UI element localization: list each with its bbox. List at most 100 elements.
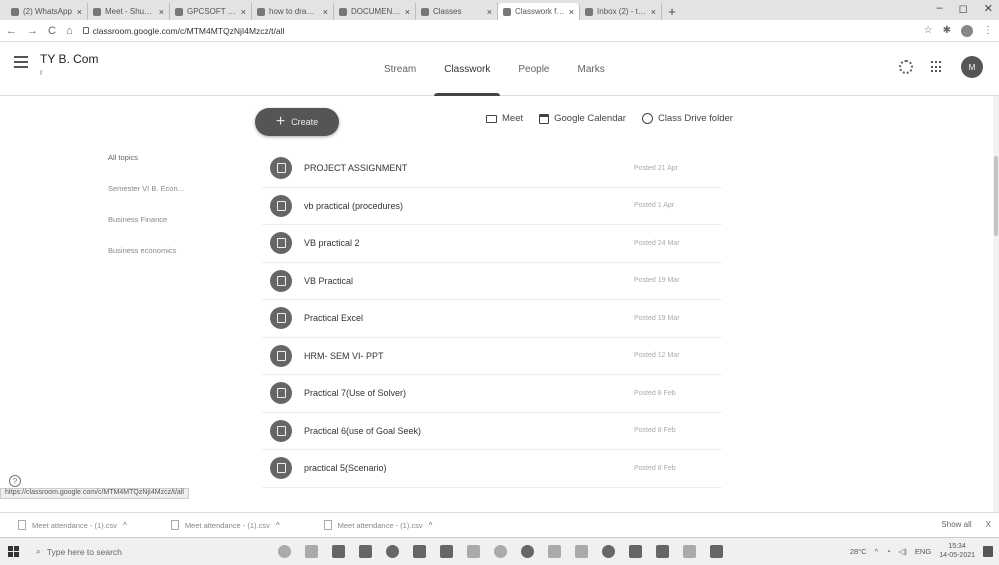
calendar-icon bbox=[539, 113, 550, 124]
volume-icon[interactable]: ◁) bbox=[899, 547, 907, 556]
list-item[interactable]: VB practical 2 Posted 24 Mar bbox=[262, 225, 722, 263]
download-item[interactable]: Meet attendance - (1).csv ^ bbox=[323, 520, 433, 530]
list-item[interactable]: Practical 7(Use of Solver) Posted 8 Feb bbox=[262, 375, 722, 413]
settings-app-icon[interactable] bbox=[413, 545, 426, 558]
tab-close-icon[interactable]: × bbox=[651, 7, 656, 17]
search-icon: ⌕ bbox=[36, 546, 41, 556]
class-drive-folder-link[interactable]: Class Drive folder bbox=[641, 113, 733, 124]
google-apps-icon[interactable] bbox=[931, 61, 943, 73]
reload-icon[interactable]: C bbox=[48, 25, 56, 37]
photos-icon[interactable] bbox=[467, 545, 480, 558]
new-tab-button[interactable]: + bbox=[662, 3, 682, 20]
tab-close-icon[interactable]: × bbox=[405, 7, 410, 17]
meet-link[interactable]: Meet bbox=[486, 113, 523, 124]
extensions-icon[interactable]: ✱ bbox=[943, 25, 951, 36]
drive-label: Class Drive folder bbox=[657, 113, 733, 124]
sound-app-icon[interactable] bbox=[683, 545, 696, 558]
browser-tab[interactable]: GPCSOFT Softwar...× bbox=[170, 3, 252, 20]
language-indicator[interactable]: ENG bbox=[915, 547, 931, 556]
paint-icon[interactable] bbox=[494, 545, 507, 558]
browser-tab[interactable]: Inbox (2) - thakk...× bbox=[580, 3, 662, 20]
whatsapp-icon[interactable] bbox=[656, 545, 669, 558]
tab-close-icon[interactable]: × bbox=[569, 7, 574, 17]
main-menu-icon[interactable] bbox=[14, 56, 28, 68]
store-icon[interactable] bbox=[359, 545, 372, 558]
browser-menu-icon[interactable]: ⋮ bbox=[983, 25, 993, 36]
create-label: Create bbox=[291, 117, 319, 127]
assignment-date: Posted 8 Feb bbox=[634, 464, 676, 472]
windows-app-icon[interactable] bbox=[710, 545, 723, 558]
help-icon[interactable]: ? bbox=[9, 475, 21, 487]
drive-icon bbox=[641, 113, 653, 124]
tab-close-icon[interactable]: × bbox=[241, 7, 246, 17]
topic-item[interactable]: Business economics bbox=[108, 246, 184, 277]
star-icon[interactable]: ☆ bbox=[924, 25, 933, 36]
chrome-icon[interactable] bbox=[386, 545, 399, 558]
url-field[interactable]: classroom.google.com/c/MTM4MTQzNjI4Mzcz/… bbox=[82, 23, 914, 39]
home-icon[interactable]: ⌂ bbox=[66, 25, 73, 37]
file-explorer-icon[interactable] bbox=[548, 545, 561, 558]
edge-icon[interactable] bbox=[332, 545, 345, 558]
tray-chevron-icon[interactable]: ^ bbox=[875, 547, 879, 556]
google-calendar-link[interactable]: Google Calendar bbox=[539, 113, 626, 124]
tab-stream[interactable]: Stream bbox=[370, 42, 430, 96]
tab-people[interactable]: People bbox=[504, 42, 563, 96]
close-downloads-button[interactable]: X bbox=[986, 520, 991, 529]
gear-icon[interactable] bbox=[899, 60, 913, 74]
tab-classwork[interactable]: Classwork bbox=[430, 42, 504, 96]
list-item[interactable]: HRM- SEM VI- PPT Posted 12 Mar bbox=[262, 338, 722, 375]
topic-item[interactable]: Business Finance bbox=[108, 215, 184, 246]
minimize-button[interactable]: – bbox=[937, 2, 943, 15]
list-item[interactable]: practical 5(Scenario) Posted 8 Feb bbox=[262, 450, 722, 488]
chevron-up-icon[interactable]: ^ bbox=[276, 521, 280, 530]
tab-marks[interactable]: Marks bbox=[564, 42, 619, 96]
task-view-icon[interactable] bbox=[305, 545, 318, 558]
calculator-icon[interactable] bbox=[575, 545, 588, 558]
browser-tab[interactable]: how to draw fro...× bbox=[252, 3, 334, 20]
cortana-icon[interactable] bbox=[278, 545, 291, 558]
windows-start-icon[interactable] bbox=[0, 538, 26, 565]
download-item[interactable]: Meet attendance - (1).csv ^ bbox=[170, 520, 280, 530]
tab-close-icon[interactable]: × bbox=[323, 7, 328, 17]
camera-app-icon[interactable] bbox=[602, 545, 615, 558]
browser-tab[interactable]: Meet - Shubha ...× bbox=[88, 3, 170, 20]
download-item[interactable]: Meet attendance - (1).csv ^ bbox=[18, 520, 127, 530]
media-icon[interactable] bbox=[629, 545, 642, 558]
create-button[interactable]: + Create bbox=[255, 108, 339, 136]
browser-tab[interactable]: DOCUMENTS.rcl× bbox=[334, 3, 416, 20]
notifications-icon[interactable] bbox=[983, 545, 993, 557]
list-item[interactable]: vb practical (procedures) Posted 1 Apr bbox=[262, 188, 722, 225]
weather-text[interactable]: 28°C bbox=[850, 547, 867, 556]
taskbar-search[interactable]: ⌕ Type here to search bbox=[26, 541, 258, 563]
tab-close-icon[interactable]: × bbox=[159, 7, 164, 17]
chevron-up-icon[interactable]: ^ bbox=[429, 521, 433, 530]
chevron-up-icon[interactable]: ^ bbox=[123, 521, 127, 530]
topic-item[interactable]: All topics bbox=[108, 153, 184, 184]
scrollbar-thumb[interactable] bbox=[994, 156, 998, 236]
lock-app-icon[interactable] bbox=[440, 545, 453, 558]
page-scrollbar[interactable] bbox=[993, 96, 999, 512]
list-item[interactable]: VB Practical Posted 19 Mar bbox=[262, 263, 722, 300]
tab-close-icon[interactable]: × bbox=[77, 7, 82, 17]
profile-icon[interactable] bbox=[961, 24, 973, 37]
address-bar: ← → C ⌂ classroom.google.com/c/MTM4MTQzN… bbox=[0, 20, 999, 42]
browser-tab[interactable]: Classwork for T...× bbox=[498, 3, 580, 20]
tab-title: Classes bbox=[433, 7, 462, 16]
avatar[interactable]: M bbox=[961, 56, 983, 78]
forward-arrow-icon[interactable]: → bbox=[27, 25, 38, 37]
topic-item[interactable]: Semester VI B. Econ... bbox=[108, 184, 184, 215]
back-arrow-icon[interactable]: ← bbox=[6, 25, 17, 37]
list-item[interactable]: Practical Excel Posted 19 Mar bbox=[262, 300, 722, 338]
clock[interactable]: 15:34 14-05-2021 bbox=[939, 542, 975, 560]
list-item[interactable]: Practical 6(use of Goal Seek) Posted 8 Fe… bbox=[262, 413, 722, 450]
list-item[interactable]: PROJECT ASSIGNMENT Posted 21 Apr bbox=[262, 150, 722, 188]
chrome-profile-icon[interactable] bbox=[521, 545, 534, 558]
close-window-button[interactable]: ✕ bbox=[984, 2, 993, 15]
class-title[interactable]: TY B. Com bbox=[40, 52, 98, 66]
maximize-button[interactable]: ◻ bbox=[959, 2, 968, 15]
browser-tab[interactable]: Classes × bbox=[416, 3, 498, 20]
show-all-downloads-button[interactable]: Show all bbox=[941, 520, 971, 529]
browser-tab[interactable]: (2) WhatsApp × bbox=[6, 3, 88, 20]
tab-close-icon[interactable]: × bbox=[487, 7, 492, 17]
network-icon[interactable]: ◔ bbox=[886, 547, 891, 556]
